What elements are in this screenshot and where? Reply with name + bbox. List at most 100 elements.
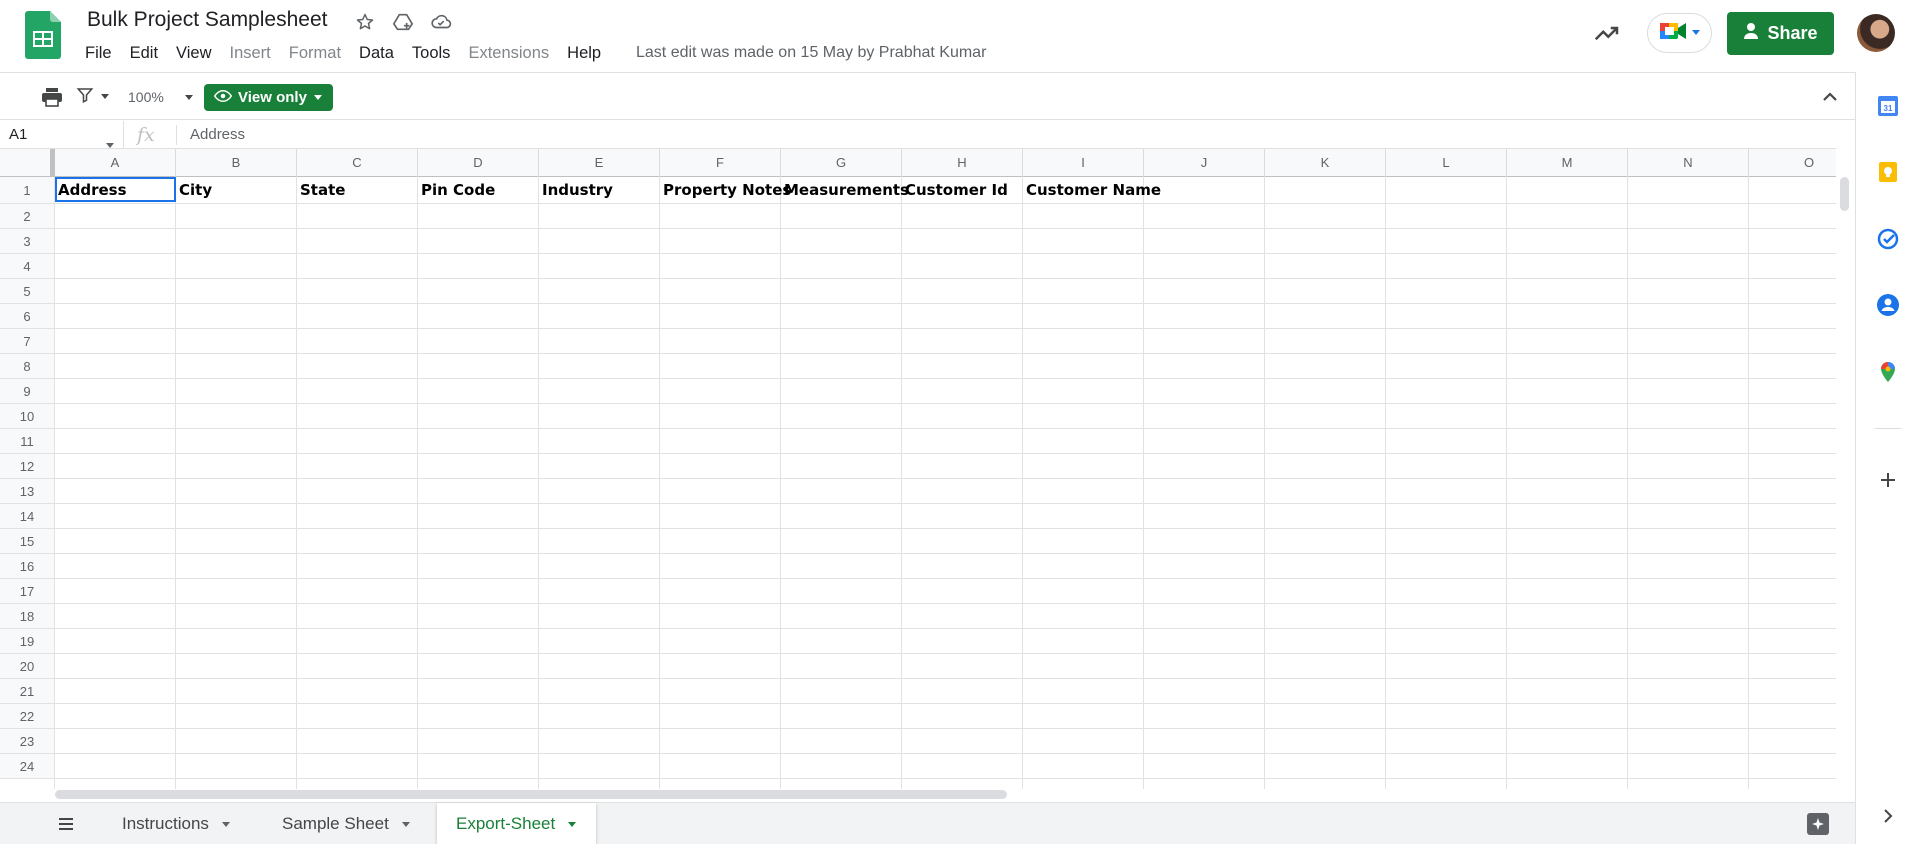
formula-bar: A1 fx Address	[0, 121, 1836, 149]
row-header[interactable]: 6	[0, 304, 55, 329]
row-header[interactable]: 13	[0, 479, 55, 504]
column-header-b[interactable]: B	[176, 149, 297, 177]
view-only-button[interactable]: View only	[204, 84, 333, 111]
share-button[interactable]: Share	[1727, 12, 1834, 55]
grid-line	[55, 428, 1836, 429]
grid-line	[55, 728, 1836, 729]
column-header-n[interactable]: N	[1628, 149, 1749, 177]
row-header[interactable]: 24	[0, 754, 55, 779]
row-header[interactable]: 11	[0, 429, 55, 454]
menu-format[interactable]: Format	[280, 42, 350, 64]
collapse-menus-icon[interactable]	[1820, 87, 1842, 107]
move-to-drive-icon[interactable]	[390, 9, 416, 35]
sheet-tab-sample-sheet[interactable]: Sample Sheet	[263, 803, 430, 844]
row-header[interactable]: 1	[0, 177, 55, 204]
last-edit-link[interactable]: Last edit was made on 15 May by Prabhat …	[636, 44, 986, 62]
row-header[interactable]: 22	[0, 704, 55, 729]
explore-icon[interactable]	[1807, 813, 1829, 835]
menu-edit[interactable]: Edit	[121, 42, 167, 64]
row-header[interactable]: 17	[0, 579, 55, 604]
cloud-status-icon[interactable]	[428, 9, 454, 35]
chevron-down-icon	[221, 814, 231, 834]
cell-d1[interactable]: Pin Code	[421, 178, 495, 202]
name-box[interactable]: A1	[0, 121, 124, 149]
document-title[interactable]: Bulk Project Samplesheet	[87, 8, 327, 32]
fx-icon: fx	[137, 124, 155, 146]
column-header-e[interactable]: E	[539, 149, 660, 177]
cell-c1[interactable]: State	[300, 178, 345, 202]
grid-line	[55, 503, 1836, 504]
activity-trend-icon[interactable]	[1592, 18, 1622, 48]
row-header[interactable]: 10	[0, 404, 55, 429]
menu-view[interactable]: View	[167, 42, 220, 64]
row-header[interactable]: 19	[0, 629, 55, 654]
row-header[interactable]: 21	[0, 679, 55, 704]
row-header[interactable]: 7	[0, 329, 55, 354]
tasks-icon[interactable]	[1876, 227, 1900, 251]
column-header-g[interactable]: G	[781, 149, 902, 177]
menu-file[interactable]: File	[76, 42, 121, 64]
row-header[interactable]: 16	[0, 554, 55, 579]
cell-g1[interactable]: Measurements	[784, 178, 909, 202]
all-sheets-icon[interactable]	[56, 815, 76, 833]
column-header-h[interactable]: H	[902, 149, 1023, 177]
horizontal-scrollbar[interactable]	[55, 787, 1836, 801]
sheet-tab-export-sheet[interactable]: Export-Sheet	[437, 803, 597, 844]
sheets-logo-icon[interactable]	[25, 11, 61, 59]
row-header[interactable]: 8	[0, 354, 55, 379]
column-header-f[interactable]: F	[660, 149, 781, 177]
column-header-l[interactable]: L	[1386, 149, 1507, 177]
menu-tools[interactable]: Tools	[403, 42, 460, 64]
calendar-icon[interactable]: 31	[1876, 94, 1900, 118]
star-icon[interactable]	[352, 9, 378, 35]
filter-button[interactable]	[76, 85, 112, 109]
horizontal-scroll-thumb[interactable]	[55, 790, 1007, 799]
cell-f1[interactable]: Property Notes	[663, 178, 791, 202]
column-header-j[interactable]: J	[1144, 149, 1265, 177]
menu-extensions[interactable]: Extensions	[459, 42, 558, 64]
zoom-select[interactable]: 100%	[128, 85, 194, 109]
print-icon[interactable]	[40, 85, 64, 109]
cell-e1[interactable]: Industry	[542, 178, 613, 202]
keep-icon[interactable]	[1876, 160, 1900, 184]
row-header[interactable]: 3	[0, 229, 55, 254]
menu-help[interactable]: Help	[558, 42, 610, 64]
grid-line	[54, 177, 55, 789]
row-header[interactable]: 18	[0, 604, 55, 629]
formula-input[interactable]: Address	[190, 121, 245, 149]
row-header[interactable]: 4	[0, 254, 55, 279]
column-header-k[interactable]: K	[1265, 149, 1386, 177]
menu-insert[interactable]: Insert	[221, 42, 280, 64]
row-header[interactable]: 15	[0, 529, 55, 554]
column-header-a[interactable]: A	[55, 149, 176, 177]
row-header[interactable]: 14	[0, 504, 55, 529]
column-header-c[interactable]: C	[297, 149, 418, 177]
grid-line	[55, 553, 1836, 554]
expand-icon[interactable]	[1876, 804, 1900, 828]
cell-b1[interactable]: City	[179, 178, 212, 202]
row-header[interactable]: 9	[0, 379, 55, 404]
maps-icon[interactable]	[1876, 360, 1900, 384]
grid-line	[55, 628, 1836, 629]
vertical-scroll-thumb[interactable]	[1840, 177, 1849, 211]
menu-data[interactable]: Data	[350, 42, 403, 64]
add-icon[interactable]	[1876, 468, 1900, 492]
sheet-tab-instructions[interactable]: Instructions	[103, 803, 250, 844]
select-all-corner[interactable]	[0, 149, 55, 177]
row-header[interactable]: 12	[0, 454, 55, 479]
row-header[interactable]: 20	[0, 654, 55, 679]
vertical-scrollbar[interactable]	[1838, 177, 1852, 789]
account-avatar[interactable]	[1857, 14, 1895, 52]
meet-button[interactable]	[1647, 13, 1712, 53]
column-header-o[interactable]: O	[1749, 149, 1836, 177]
row-header[interactable]: 2	[0, 204, 55, 229]
cell-h1[interactable]: Customer Id	[905, 178, 1008, 202]
row-header[interactable]: 5	[0, 279, 55, 304]
contacts-icon[interactable]	[1876, 293, 1900, 317]
column-header-d[interactable]: D	[418, 149, 539, 177]
row-header[interactable]: 23	[0, 729, 55, 754]
cell-area[interactable]: Address City State Pin Code Industry Property…	[54, 177, 1836, 789]
cell-i1[interactable]: Customer Name	[1026, 178, 1161, 202]
column-header-i[interactable]: I	[1023, 149, 1144, 177]
column-header-m[interactable]: M	[1507, 149, 1628, 177]
